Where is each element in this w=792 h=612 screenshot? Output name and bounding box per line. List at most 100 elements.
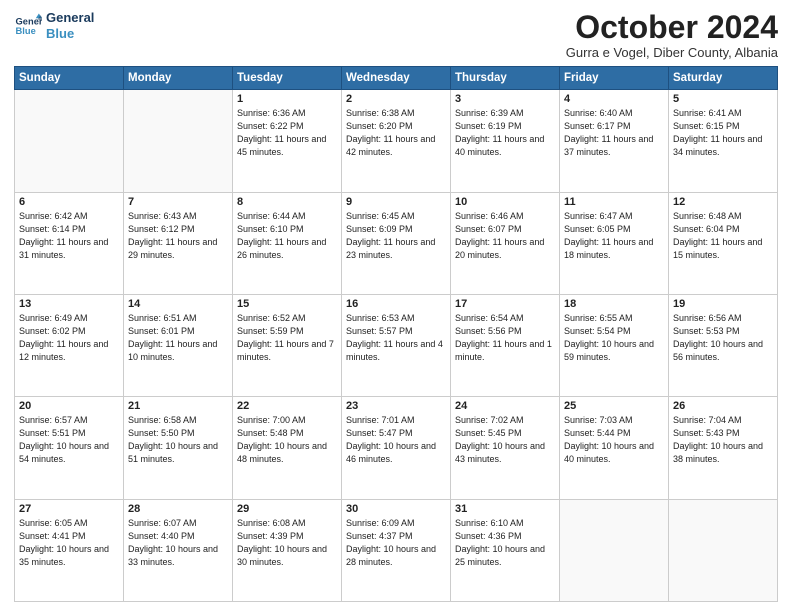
day-number: 2 [346,93,446,105]
day-number: 1 [237,93,337,105]
calendar-cell: 11Sunrise: 6:47 AM Sunset: 6:05 PM Dayli… [560,192,669,294]
weekday-header-thursday: Thursday [451,67,560,90]
day-info: Sunrise: 6:08 AM Sunset: 4:39 PM Dayligh… [237,517,337,569]
calendar-cell: 16 Sunrise: 6:53 AM Sunset: 5:57 PM Dayli… [342,294,451,396]
day-info: Sunrise: 6:58 AM Sunset: 5:50 PM Dayligh… [128,414,228,466]
calendar-cell: 22Sunrise: 7:00 AM Sunset: 5:48 PM Dayli… [233,397,342,499]
day-number: 19 [673,298,773,310]
day-number: 25 [564,400,664,412]
day-info: Sunrise: 6:49 AM Sunset: 6:02 PM Dayligh… [19,312,119,364]
weekday-header-saturday: Saturday [669,67,778,90]
day-info: Sunrise: 6:05 AM Sunset: 4:41 PM Dayligh… [19,517,119,569]
weekday-header-wednesday: Wednesday [342,67,451,90]
day-number: 23 [346,400,446,412]
day-number: 24 [455,400,555,412]
day-number: 14 [128,298,228,310]
day-info: Sunrise: 6:40 AM Sunset: 6:17 PM Dayligh… [564,107,664,159]
day-info: Sunrise: 6:07 AM Sunset: 4:40 PM Dayligh… [128,517,228,569]
day-info: Sunrise: 7:04 AM Sunset: 5:43 PM Dayligh… [673,414,773,466]
calendar-cell: 14 Sunrise: 6:51 AM Sunset: 6:01 PM Dayli… [124,294,233,396]
day-info: Sunrise: 6:45 AM Sunset: 6:09 PM Dayligh… [346,210,446,262]
weekday-header-sunday: Sunday [15,67,124,90]
day-number: 15 [237,298,337,310]
calendar-cell: 26 Sunrise: 7:04 AM Sunset: 5:43 PM Dayli… [669,397,778,499]
day-info: Sunrise: 6:52 AM Sunset: 5:59 PM Dayligh… [237,312,337,364]
day-info: Sunrise: 7:02 AM Sunset: 5:45 PM Dayligh… [455,414,555,466]
logo-text-general: General [46,10,94,26]
week-row-1: 1 Sunrise: 6:36 AM Sunset: 6:22 PM Daylig… [15,90,778,192]
day-number: 10 [455,196,555,208]
day-info: Sunrise: 6:43 AM Sunset: 6:12 PM Dayligh… [128,210,228,262]
day-info: Sunrise: 6:53 AM Sunset: 5:57 PM Dayligh… [346,312,446,364]
calendar-cell: 9 Sunrise: 6:45 AM Sunset: 6:09 PM Daylig… [342,192,451,294]
logo: General Blue General Blue [14,10,94,41]
day-number: 28 [128,503,228,515]
weekday-header-row: SundayMondayTuesdayWednesdayThursdayFrid… [15,67,778,90]
calendar-cell: 7 Sunrise: 6:43 AM Sunset: 6:12 PM Daylig… [124,192,233,294]
day-number: 6 [19,196,119,208]
day-number: 13 [19,298,119,310]
calendar-cell: 2 Sunrise: 6:38 AM Sunset: 6:20 PM Daylig… [342,90,451,192]
header: General Blue General Blue October 2024 G… [14,10,778,60]
weekday-header-monday: Monday [124,67,233,90]
calendar-cell: 29 Sunrise: 6:08 AM Sunset: 4:39 PM Dayli… [233,499,342,601]
calendar-cell: 21 Sunrise: 6:58 AM Sunset: 5:50 PM Dayli… [124,397,233,499]
week-row-4: 20Sunrise: 6:57 AM Sunset: 5:51 PM Dayli… [15,397,778,499]
title-block: October 2024 Gurra e Vogel, Diber County… [566,10,778,60]
calendar-cell: 12 Sunrise: 6:48 AM Sunset: 6:04 PM Dayli… [669,192,778,294]
calendar-cell: 31 Sunrise: 6:10 AM Sunset: 4:36 PM Dayli… [451,499,560,601]
calendar-cell: 19 Sunrise: 6:56 AM Sunset: 5:53 PM Dayli… [669,294,778,396]
day-number: 4 [564,93,664,105]
day-info: Sunrise: 6:46 AM Sunset: 6:07 PM Dayligh… [455,210,555,262]
day-number: 30 [346,503,446,515]
day-info: Sunrise: 6:09 AM Sunset: 4:37 PM Dayligh… [346,517,446,569]
day-number: 3 [455,93,555,105]
day-number: 18 [564,298,664,310]
calendar-page: General Blue General Blue October 2024 G… [0,0,792,612]
day-number: 29 [237,503,337,515]
location: Gurra e Vogel, Diber County, Albania [566,45,778,60]
calendar-cell: 15 Sunrise: 6:52 AM Sunset: 5:59 PM Dayli… [233,294,342,396]
day-info: Sunrise: 6:56 AM Sunset: 5:53 PM Dayligh… [673,312,773,364]
day-number: 12 [673,196,773,208]
calendar-cell: 13 Sunrise: 6:49 AM Sunset: 6:02 PM Dayli… [15,294,124,396]
day-info: Sunrise: 7:03 AM Sunset: 5:44 PM Dayligh… [564,414,664,466]
day-info: Sunrise: 6:41 AM Sunset: 6:15 PM Dayligh… [673,107,773,159]
logo-icon: General Blue [14,12,42,40]
calendar-cell: 28 Sunrise: 6:07 AM Sunset: 4:40 PM Dayli… [124,499,233,601]
day-info: Sunrise: 6:48 AM Sunset: 6:04 PM Dayligh… [673,210,773,262]
day-number: 5 [673,93,773,105]
day-info: Sunrise: 6:42 AM Sunset: 6:14 PM Dayligh… [19,210,119,262]
day-info: Sunrise: 6:55 AM Sunset: 5:54 PM Dayligh… [564,312,664,364]
calendar-cell: 17 Sunrise: 6:54 AM Sunset: 5:56 PM Dayli… [451,294,560,396]
logo-text-blue: Blue [46,26,94,42]
calendar-cell: 4 Sunrise: 6:40 AM Sunset: 6:17 PM Daylig… [560,90,669,192]
week-row-3: 13 Sunrise: 6:49 AM Sunset: 6:02 PM Dayli… [15,294,778,396]
day-number: 26 [673,400,773,412]
day-number: 11 [564,196,664,208]
day-number: 22 [237,400,337,412]
calendar-cell: 10 Sunrise: 6:46 AM Sunset: 6:07 PM Dayli… [451,192,560,294]
day-info: Sunrise: 6:51 AM Sunset: 6:01 PM Dayligh… [128,312,228,364]
day-info: Sunrise: 6:54 AM Sunset: 5:56 PM Dayligh… [455,312,555,364]
day-info: Sunrise: 6:38 AM Sunset: 6:20 PM Dayligh… [346,107,446,159]
day-number: 31 [455,503,555,515]
day-number: 21 [128,400,228,412]
day-number: 7 [128,196,228,208]
calendar-cell: 3Sunrise: 6:39 AM Sunset: 6:19 PM Daylig… [451,90,560,192]
week-row-2: 6 Sunrise: 6:42 AM Sunset: 6:14 PM Daylig… [15,192,778,294]
day-number: 17 [455,298,555,310]
calendar-cell: 18 Sunrise: 6:55 AM Sunset: 5:54 PM Dayli… [560,294,669,396]
day-info: Sunrise: 7:01 AM Sunset: 5:47 PM Dayligh… [346,414,446,466]
day-number: 16 [346,298,446,310]
calendar-cell [124,90,233,192]
calendar-cell [15,90,124,192]
calendar-cell: 25 Sunrise: 7:03 AM Sunset: 5:44 PM Dayli… [560,397,669,499]
day-number: 20 [19,400,119,412]
day-info: Sunrise: 6:36 AM Sunset: 6:22 PM Dayligh… [237,107,337,159]
day-info: Sunrise: 6:10 AM Sunset: 4:36 PM Dayligh… [455,517,555,569]
calendar-table: SundayMondayTuesdayWednesdayThursdayFrid… [14,66,778,602]
day-number: 9 [346,196,446,208]
day-number: 27 [19,503,119,515]
day-info: Sunrise: 6:44 AM Sunset: 6:10 PM Dayligh… [237,210,337,262]
